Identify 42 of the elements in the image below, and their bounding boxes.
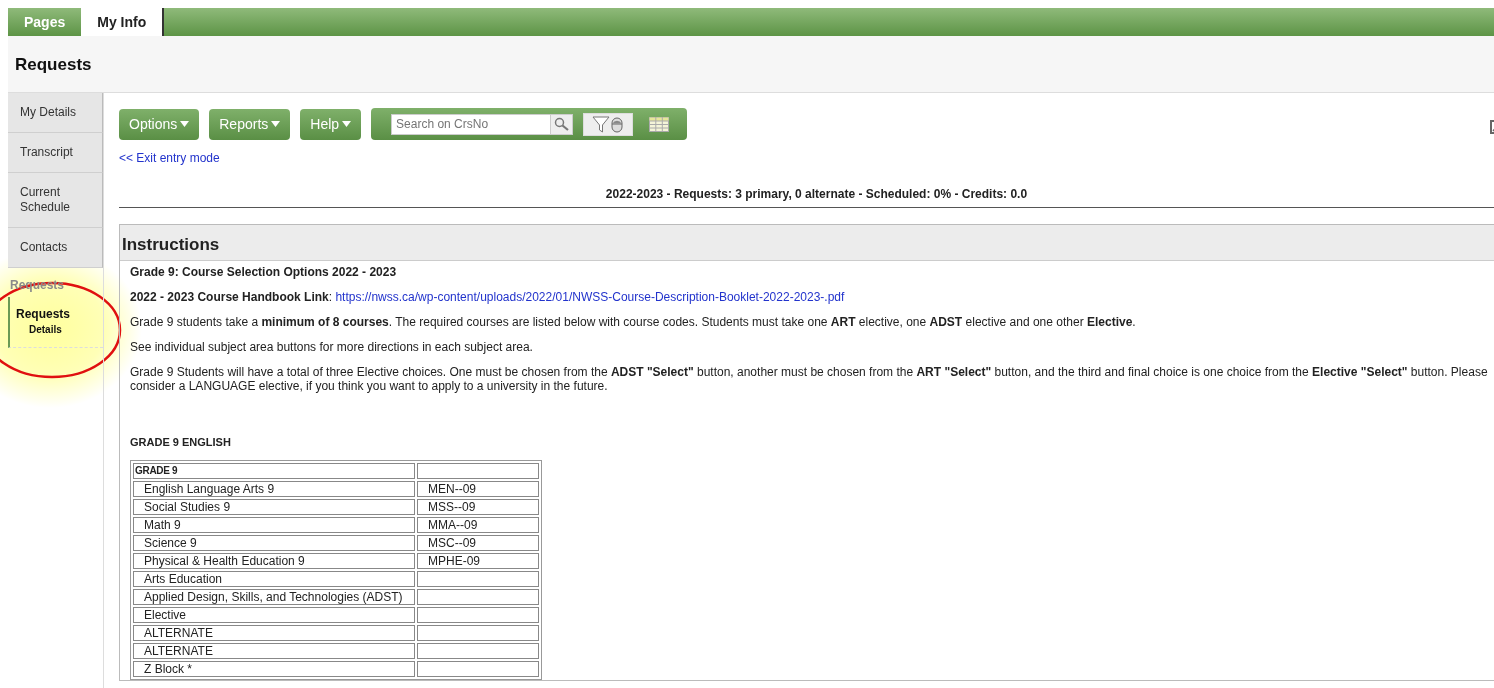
instruction-paragraph: Grade 9 students take a minimum of 8 courses. The required courses are listed below with course codes. Students must take one ART elective, one ADST elective and one other Elective.: [130, 315, 1137, 329]
table-cell: MEN--09: [417, 481, 539, 497]
handbook-link[interactable]: https://nwss.ca/wp-content/uploads/2022/01/NWSS-Course-Description-Booklet-2022-2023-.pdf: [335, 290, 845, 304]
table-cell: ALTERNATE: [133, 643, 415, 659]
caret-icon: [180, 121, 190, 127]
table-cell: MSC--09: [417, 535, 539, 551]
table-cell: Social Studies 9: [133, 499, 415, 515]
table-cell: Applied Design, Skills, and Technologies (ADST): [133, 589, 415, 605]
instruction-paragraph: See individual subject area buttons for more directions in each subject area.: [130, 340, 534, 354]
top-tab[interactable]: My Info: [81, 8, 165, 36]
table-cell: MSS--09: [417, 499, 539, 515]
request-summary: 2022-2023 - Requests: 3 primary, 0 alternate - Scheduled: 0% - Credits: 0.0: [605, 187, 1028, 201]
panel-title: Instructions: [122, 235, 220, 255]
section-heading: GRADE 9 ENGLISH: [130, 436, 231, 448]
instruction-paragraph: Grade 9: Course Selection Options 2022 - 2023: [130, 265, 398, 279]
table-cell: Math 9: [133, 517, 415, 533]
sidebar-tab[interactable]: Current Schedule: [8, 173, 103, 228]
table-cell: Arts Education: [133, 571, 415, 587]
sidebar-tab[interactable]: Contacts: [8, 228, 103, 268]
sidebar-tab[interactable]: My Details: [8, 93, 103, 133]
instruction-paragraph: Grade 9 Students will have a total of three Elective choices. One must be chosen from the ADST "Select" button, another must be chosen from the ART "Select" button, and the third and final choice is one choice from the Elective "Select" button. Please consider a LANGUAGE elective, if you think you want to apply to a university in the future.: [130, 365, 1489, 393]
grid-icon[interactable]: [649, 116, 670, 132]
search-icon: [553, 117, 570, 131]
table-cell: Physical & Health Education 9: [133, 553, 415, 569]
search-field[interactable]: Search on CrsNo: [391, 113, 552, 135]
table-cell: Science 9: [133, 535, 415, 551]
table-cell: English Language Arts 9: [133, 481, 415, 497]
page-title: Requests: [14, 54, 93, 76]
instruction-paragraph: 2022 - 2023 Course Handbook Link: https://nwss.ca/wp-content/uploads/2022/01/NWSS-Course-Description-Booklet-2022-2023-.pdf: [130, 290, 846, 304]
table-cell: MMA--09: [417, 517, 539, 533]
table-cell: Z Block *: [133, 661, 415, 677]
search-button[interactable]: [551, 113, 574, 135]
filter-button[interactable]: [583, 112, 634, 136]
filter-icon: [592, 115, 625, 133]
table-cell: ALTERNATE: [133, 625, 415, 641]
table-header-cell: GRADE 9: [133, 463, 415, 479]
exit-entry-mode-link[interactable]: << Exit entry mode: [119, 151, 220, 165]
caret-icon: [271, 121, 281, 127]
caret-icon: [342, 121, 352, 127]
sidebar-tab[interactable]: Transcript: [8, 133, 103, 173]
table-cell: Elective: [133, 607, 415, 623]
table-cell: MPHE-09: [417, 553, 539, 569]
